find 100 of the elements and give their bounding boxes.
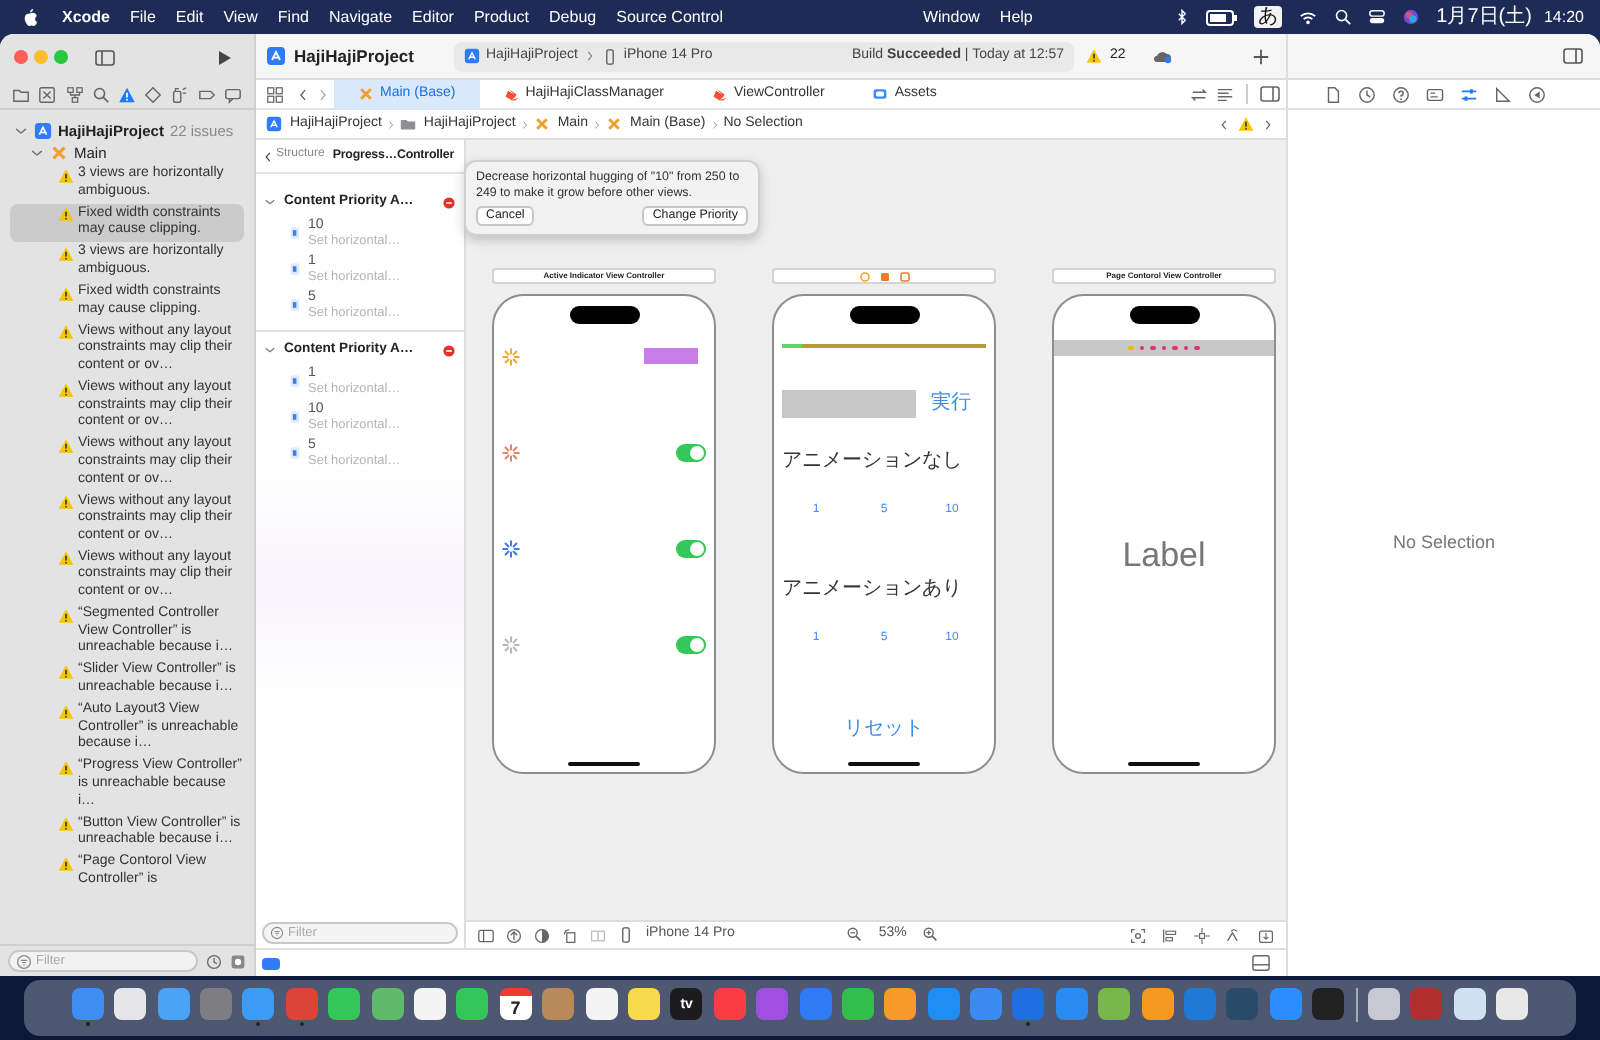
menu-clock-time[interactable]: 14:20 xyxy=(1543,7,1584,27)
folder-icon[interactable] xyxy=(12,85,31,103)
app-icon[interactable] xyxy=(413,988,446,1020)
id-card-icon[interactable] xyxy=(1426,85,1444,103)
phone-icon[interactable] xyxy=(618,926,634,944)
app-icon[interactable] xyxy=(1367,988,1400,1020)
back-icon[interactable] xyxy=(296,85,310,103)
console-toggle-icon[interactable] xyxy=(262,957,280,969)
speech-bubble-icon[interactable] xyxy=(223,85,242,103)
play-icon[interactable] xyxy=(214,47,234,67)
settings-icon[interactable] xyxy=(230,953,246,969)
forward-icon[interactable] xyxy=(1262,115,1274,133)
wifi-icon[interactable] xyxy=(1298,8,1319,26)
hierarchy-icon[interactable] xyxy=(65,85,84,103)
page-dot[interactable] xyxy=(1172,345,1178,351)
diamond-icon[interactable] xyxy=(144,85,163,103)
fit-icon[interactable] xyxy=(1130,927,1146,943)
chevron-icon[interactable] xyxy=(14,124,28,138)
app-icon[interactable] xyxy=(585,988,618,1020)
page-dot[interactable] xyxy=(1128,345,1134,351)
apple-icon[interactable] xyxy=(20,6,40,28)
siri-icon[interactable] xyxy=(1402,8,1421,26)
error-icon[interactable] xyxy=(442,195,456,209)
toggle-switch[interactable] xyxy=(676,539,706,557)
inspector-toggle-icon[interactable] xyxy=(1260,84,1280,104)
grid-icon[interactable] xyxy=(266,85,284,103)
app-icon[interactable] xyxy=(884,988,917,1020)
sidebar-toggle-icon[interactable] xyxy=(94,47,116,67)
file-icon[interactable] xyxy=(1324,85,1342,103)
app-icon[interactable] xyxy=(1496,988,1529,1020)
menu-item[interactable]: Find xyxy=(267,7,319,27)
help-icon[interactable] xyxy=(1392,85,1410,103)
zoom-in-icon[interactable] xyxy=(922,926,939,943)
input-mode-indicator[interactable]: あ xyxy=(1254,6,1283,28)
home-indicator xyxy=(848,762,920,766)
clock-icon[interactable] xyxy=(206,953,222,969)
chevron-icon[interactable] xyxy=(264,344,276,356)
app-icon[interactable]: 7 xyxy=(499,988,532,1020)
menu-item[interactable]: Debug xyxy=(539,7,607,27)
menu-clock-date[interactable]: 1月7日(土) xyxy=(1436,5,1532,29)
app-icon[interactable] xyxy=(157,988,190,1020)
menu-item[interactable]: Editor xyxy=(402,7,464,27)
sidebar-toggle-icon[interactable] xyxy=(478,927,494,943)
menu-item[interactable]: Product xyxy=(463,7,540,27)
app-icon[interactable] xyxy=(627,988,660,1020)
menu-item[interactable]: Help xyxy=(989,7,1043,27)
app-icon[interactable] xyxy=(841,988,874,1020)
back-icon[interactable] xyxy=(1218,115,1230,133)
error-icon[interactable] xyxy=(442,343,456,357)
bluetooth-icon[interactable] xyxy=(1174,8,1191,26)
app-icon[interactable] xyxy=(1453,988,1486,1020)
menu-item[interactable]: Navigate xyxy=(318,7,403,27)
appearance-icon[interactable] xyxy=(534,927,550,943)
breakpoint-icon[interactable] xyxy=(197,85,216,103)
chevron-icon[interactable] xyxy=(30,146,44,160)
control-center-icon[interactable] xyxy=(1368,8,1387,26)
panel-toggle-icon[interactable] xyxy=(1252,954,1270,972)
lines-icon[interactable] xyxy=(1216,85,1234,103)
cloud-icon[interactable] xyxy=(1149,46,1174,66)
toggle-switch[interactable] xyxy=(676,443,706,461)
page-dot[interactable] xyxy=(1194,345,1200,351)
menu-item[interactable]: Xcode xyxy=(52,7,121,27)
ruler-icon[interactable] xyxy=(1494,85,1512,103)
menu-item[interactable]: View xyxy=(213,7,268,27)
rotate-icon[interactable] xyxy=(562,927,578,943)
inspector-toggle-icon[interactable] xyxy=(1562,46,1584,66)
app-icon[interactable] xyxy=(1098,988,1131,1020)
app-icon[interactable] xyxy=(328,988,361,1020)
add-icon[interactable] xyxy=(1252,47,1270,65)
chevron-icon[interactable] xyxy=(264,196,276,208)
app-icon[interactable] xyxy=(114,988,147,1020)
battery-icon[interactable] xyxy=(1206,9,1239,25)
menu-item[interactable]: Source Control xyxy=(606,7,733,27)
app-icon[interactable] xyxy=(371,988,404,1020)
arrow-circle-icon[interactable] xyxy=(1528,85,1546,103)
search-icon[interactable] xyxy=(1334,8,1353,26)
pin-icon[interactable] xyxy=(1194,927,1210,943)
page-dot[interactable] xyxy=(1139,345,1145,351)
swap-arrows-icon[interactable] xyxy=(1190,85,1208,103)
app-icon[interactable] xyxy=(1141,988,1174,1020)
clock-icon[interactable] xyxy=(1358,85,1376,103)
warning-icon[interactable] xyxy=(117,85,136,103)
warning-icon[interactable] xyxy=(1238,116,1254,132)
upgrade-icon[interactable] xyxy=(506,927,522,943)
page-dot[interactable] xyxy=(1150,345,1156,351)
align-icon[interactable] xyxy=(1162,927,1178,943)
embed-icon[interactable] xyxy=(1258,927,1274,943)
close-button[interactable] xyxy=(14,50,28,64)
menu-item[interactable]: File xyxy=(120,7,166,27)
menu-item[interactable]: Window xyxy=(912,7,990,27)
zoom-out-icon[interactable] xyxy=(846,926,863,943)
project-title: HajiHajiProject xyxy=(294,45,414,67)
menu-item[interactable]: Edit xyxy=(165,7,214,27)
toggle-switch[interactable] xyxy=(676,635,706,653)
app-icon[interactable] xyxy=(456,988,489,1020)
sliders-icon[interactable] xyxy=(1460,85,1478,103)
source-control-icon[interactable] xyxy=(38,85,57,103)
page-dot[interactable] xyxy=(1183,345,1189,351)
page-dot[interactable] xyxy=(1161,345,1167,351)
back-icon xyxy=(262,147,274,165)
